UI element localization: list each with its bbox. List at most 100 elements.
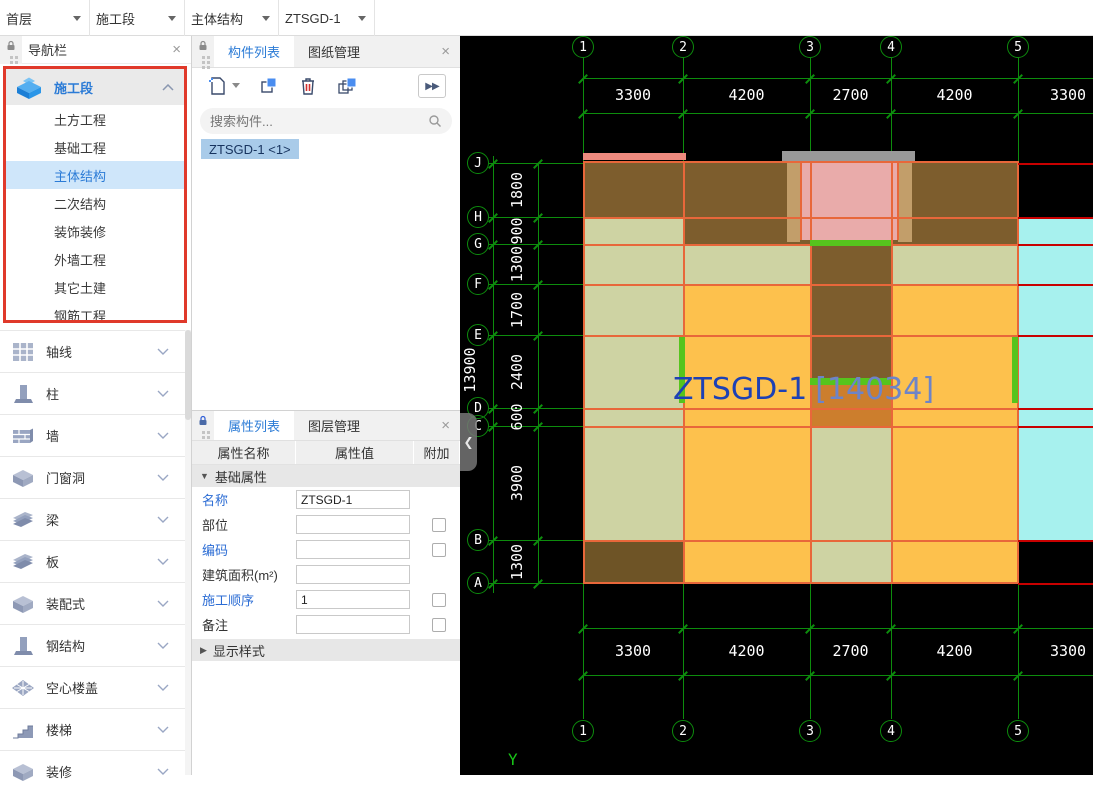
nav-item-rebar[interactable]: 钢筋工程	[6, 301, 184, 323]
chevron-down-icon[interactable]	[157, 516, 169, 523]
combo-component[interactable]: ZTSGD-1	[279, 0, 375, 36]
combo-construction-section[interactable]: 施工段	[90, 0, 185, 36]
dimension-text: 3300	[1050, 86, 1086, 104]
cad-canvas[interactable]: ❮ 1122334455JHGFEDCBA3300330042004200270…	[460, 36, 1093, 775]
door-window-icon	[8, 468, 38, 488]
batch-copy-button[interactable]	[336, 75, 360, 97]
tab-layer-management[interactable]: 图层管理	[294, 411, 374, 440]
axis-bubble: 5	[1007, 36, 1029, 58]
delete-component-button[interactable]	[298, 75, 318, 97]
remark-field[interactable]	[296, 615, 410, 634]
chevron-down-icon[interactable]	[157, 390, 169, 397]
code-field[interactable]	[296, 540, 410, 559]
lock-icon	[198, 415, 208, 426]
plan-region	[583, 284, 683, 335]
section-column[interactable]: 柱	[0, 372, 185, 414]
section-hollow-slab[interactable]: 空心楼盖	[0, 666, 185, 708]
plan-region	[683, 540, 810, 583]
name-field[interactable]	[296, 490, 410, 509]
copy-component-button[interactable]	[258, 75, 280, 97]
section-prefab[interactable]: 装配式	[0, 582, 185, 624]
nav-item-main-structure[interactable]: 主体结构	[6, 161, 184, 189]
chevron-down-icon[interactable]	[157, 432, 169, 439]
chevron-down-icon[interactable]	[157, 642, 169, 649]
plan-region	[583, 153, 686, 160]
section-finish[interactable]: 装修	[0, 750, 185, 792]
construction-order-checkbox[interactable]	[432, 593, 446, 607]
chevron-down-icon[interactable]	[157, 348, 169, 355]
red-axis-line	[1018, 540, 1093, 542]
chevron-down-icon[interactable]	[157, 726, 169, 733]
axis-bubble: 5	[1007, 720, 1029, 742]
plan-region	[583, 408, 683, 426]
region-border	[583, 161, 585, 583]
remark-checkbox[interactable]	[432, 618, 446, 632]
location-field[interactable]	[296, 515, 410, 534]
new-document-icon	[206, 75, 228, 97]
chevron-down-icon[interactable]	[157, 474, 169, 481]
plan-region	[583, 217, 683, 244]
section-display-style[interactable]: ▶ 显示样式	[192, 639, 460, 661]
section-steel[interactable]: 钢结构	[0, 624, 185, 666]
new-component-button[interactable]	[206, 75, 228, 97]
nav-item-earthwork[interactable]: 土方工程	[6, 105, 184, 133]
dimension-text: 1700	[508, 291, 526, 327]
dimension-text: 4200	[728, 642, 764, 660]
chevron-down-icon[interactable]	[157, 558, 169, 565]
tab-drawing-management[interactable]: 图纸管理	[294, 36, 374, 67]
nav-header: 导航栏 ×	[0, 36, 191, 64]
plan-region	[683, 426, 810, 540]
chevron-down-icon[interactable]	[157, 684, 169, 691]
panel-collapse-handle[interactable]: ❮	[460, 413, 477, 471]
expand-toolbar-button[interactable]: ▶▶	[418, 74, 446, 98]
dimension-text: 3300	[615, 642, 651, 660]
hollow-slab-icon	[8, 679, 38, 697]
nav-item-decoration[interactable]: 装饰装修	[6, 217, 184, 245]
chevron-down-icon[interactable]	[157, 768, 169, 775]
dimension-text: 600	[508, 403, 526, 430]
chevron-down-icon[interactable]	[157, 600, 169, 607]
close-icon[interactable]: ×	[162, 41, 191, 58]
section-stairs[interactable]: 楼梯	[0, 708, 185, 750]
section-door-window[interactable]: 门窗洞	[0, 456, 185, 498]
location-checkbox[interactable]	[432, 518, 446, 532]
close-icon[interactable]: ×	[431, 36, 460, 67]
chevron-up-icon[interactable]	[162, 84, 174, 91]
tab-property-list[interactable]: 属性列表	[214, 411, 294, 440]
plan-region	[583, 244, 810, 284]
nav-item-exterior-wall[interactable]: 外墙工程	[6, 245, 184, 273]
code-checkbox[interactable]	[432, 543, 446, 557]
drag-grip-icon[interactable]	[10, 56, 13, 59]
component-list-item-selected[interactable]: ZTSGD-1 <1>	[201, 139, 299, 159]
section-wall[interactable]: 墙	[0, 414, 185, 456]
close-icon[interactable]: ×	[431, 411, 460, 440]
nav-item-other-civil[interactable]: 其它土建	[6, 273, 184, 301]
search-input[interactable]	[210, 114, 428, 129]
drag-grip-icon[interactable]	[202, 431, 205, 434]
region-border	[583, 335, 1018, 337]
drag-grip-icon[interactable]	[202, 56, 205, 59]
nav-item-foundation[interactable]: 基础工程	[6, 133, 184, 161]
combo-floor[interactable]: 首层	[0, 0, 90, 36]
group-header-construction-section[interactable]: 施工段	[6, 69, 184, 105]
combo-category[interactable]: 主体结构	[185, 0, 279, 36]
section-axis[interactable]: 轴线	[0, 330, 185, 372]
new-component-dropdown[interactable]	[232, 83, 240, 89]
triangle-right-icon: ▶	[200, 645, 207, 656]
tab-component-list[interactable]: 构件列表	[214, 36, 294, 67]
plan-region	[810, 284, 891, 335]
section-slab[interactable]: 板	[0, 540, 185, 582]
section-beam[interactable]: 梁	[0, 498, 185, 540]
selected-component-label[interactable]: ZTSGD-1[14034]	[673, 372, 934, 407]
section-basic-properties[interactable]: ▼ 基础属性	[192, 465, 460, 487]
component-search	[200, 108, 452, 134]
plan-region	[891, 244, 1018, 284]
construction-order-field[interactable]	[296, 590, 410, 609]
sidebar-scrollbar-thumb[interactable]	[185, 330, 191, 420]
floor-area-field[interactable]	[296, 565, 410, 584]
axis-bubble: A	[467, 572, 489, 594]
nav-item-secondary-structure[interactable]: 二次结构	[6, 189, 184, 217]
search-icon[interactable]	[428, 114, 442, 128]
column-header-name: 属性名称	[192, 441, 296, 464]
axis-icon	[8, 342, 38, 362]
